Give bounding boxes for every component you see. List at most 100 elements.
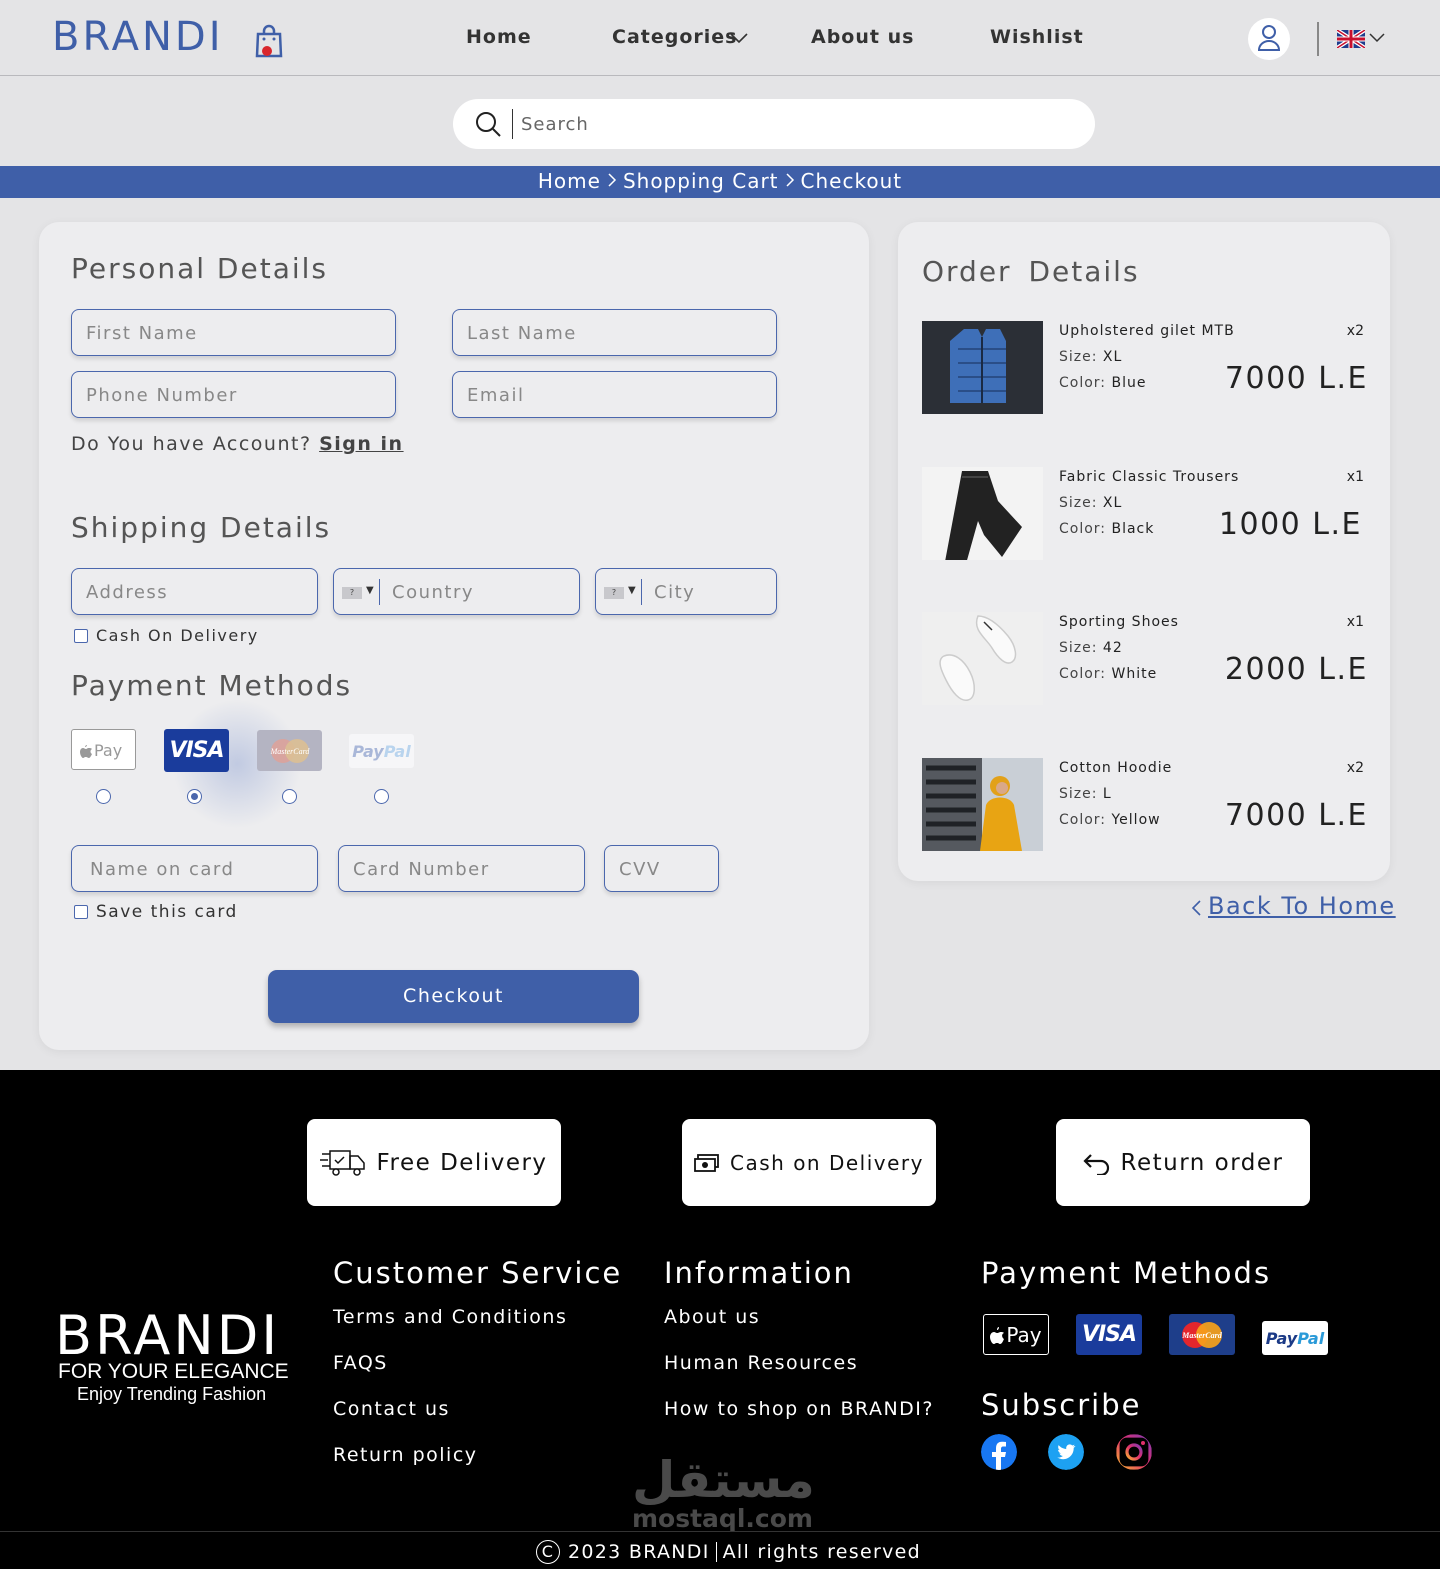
facebook-icon[interactable]: [981, 1434, 1017, 1470]
uk-flag-icon[interactable]: [1337, 30, 1365, 48]
email-input[interactable]: [467, 382, 762, 408]
name-on-card-field[interactable]: [71, 845, 318, 892]
radio-visa[interactable]: [187, 789, 202, 804]
first-name-input[interactable]: [86, 320, 381, 346]
radio-mastercard[interactable]: [282, 789, 297, 804]
cvv-input[interactable]: [619, 856, 704, 882]
site-footer: Free Delivery Cash on Delivery Return or…: [0, 1070, 1440, 1569]
apple-pay-logo[interactable]: Pay: [71, 729, 136, 770]
city-flag-select[interactable]: ? ▼: [602, 579, 642, 605]
nav-about[interactable]: About us: [811, 26, 914, 48]
instagram-icon[interactable]: [1116, 1434, 1152, 1470]
country-flag-select[interactable]: ? ▼: [340, 579, 380, 605]
name-on-card-input[interactable]: [90, 856, 307, 882]
save-card-checkbox[interactable]: Save this card: [74, 902, 238, 922]
size-value: XL: [1102, 349, 1123, 365]
delivery-truck-icon: [320, 1149, 366, 1176]
radio-apple-pay[interactable]: [96, 789, 111, 804]
order-details-title: Order Details: [922, 255, 1140, 288]
cvv-field[interactable]: [604, 845, 719, 892]
radio-paypal[interactable]: [374, 789, 389, 804]
cash-on-delivery-checkbox[interactable]: Cash On Delivery: [74, 626, 259, 645]
visa-logo[interactable]: VISA: [164, 729, 229, 772]
product-image-hoodie[interactable]: [922, 758, 1043, 851]
address-field[interactable]: [71, 568, 318, 615]
email-field[interactable]: [452, 371, 777, 418]
footer-link-return-policy[interactable]: Return policy: [333, 1444, 478, 1466]
card-number-input[interactable]: [353, 856, 570, 882]
user-account-button[interactable]: [1248, 18, 1290, 60]
item-price: 7000 L.E: [1224, 361, 1368, 396]
size-label: Size:: [1059, 640, 1098, 656]
product-image-shoes[interactable]: [922, 612, 1043, 705]
size-value: 42: [1102, 640, 1123, 656]
account-prompt: Do You have Account? Sign in: [71, 433, 404, 455]
address-input[interactable]: [86, 579, 303, 605]
item-color: Color: Blue: [1059, 375, 1146, 391]
twitter-icon[interactable]: [1048, 1434, 1084, 1470]
item-quantity: x2: [1346, 760, 1364, 776]
return-arrow-icon: [1082, 1153, 1109, 1175]
phone-field[interactable]: [71, 371, 396, 418]
footer-mastercard-logo: MasterCard: [1169, 1314, 1235, 1355]
header-divider: [1317, 22, 1319, 56]
footer-link-about[interactable]: About us: [664, 1306, 760, 1328]
back-to-home-link[interactable]: Back To Home: [1190, 892, 1396, 920]
nav-home[interactable]: Home: [466, 26, 532, 48]
nav-wishlist[interactable]: Wishlist: [990, 26, 1084, 48]
footer-link-contact[interactable]: Contact us: [333, 1398, 450, 1420]
brand-logo[interactable]: BRANDI: [52, 14, 224, 60]
footer-link-hr[interactable]: Human Resources: [664, 1352, 858, 1374]
sign-in-link[interactable]: Sign in: [319, 433, 403, 455]
visa-logo-text: VISA: [169, 738, 224, 763]
footer-link-faqs[interactable]: FAQS: [333, 1352, 388, 1374]
chevron-right-icon: [608, 173, 617, 187]
city-input[interactable]: [654, 579, 764, 605]
country-input[interactable]: [392, 579, 567, 605]
item-quantity: x1: [1346, 469, 1364, 485]
cash-icon: [694, 1153, 719, 1172]
payment-methods-title: Payment Methods: [71, 669, 353, 702]
mostaql-watermark: مستقل mostaql.com: [632, 1454, 815, 1533]
breadcrumb-home[interactable]: Home: [538, 169, 601, 193]
apple-icon: [990, 1326, 1005, 1344]
item-price: 2000 L.E: [1224, 652, 1368, 687]
last-name-field[interactable]: [452, 309, 777, 356]
item-name: Sporting Shoes: [1059, 614, 1179, 630]
order-item: Fabric Classic Trousers x1 Size: XL Colo…: [922, 467, 1372, 561]
search-input[interactable]: [521, 109, 1061, 139]
customer-service-heading: Customer Service: [333, 1256, 623, 1290]
footer-logo[interactable]: BRANDI: [55, 1304, 280, 1367]
copyright-icon: C: [536, 1540, 560, 1564]
dropdown-arrow-icon: ▼: [628, 585, 636, 596]
checkbox-box[interactable]: [74, 905, 88, 919]
paypal-logo[interactable]: PayPal: [349, 734, 414, 768]
last-name-input[interactable]: [467, 320, 762, 346]
breadcrumb-cart[interactable]: Shopping Cart: [623, 169, 779, 193]
shopping-bag-icon[interactable]: [254, 22, 284, 58]
mastercard-logo[interactable]: MasterCard: [257, 730, 322, 771]
checkbox-box[interactable]: [74, 628, 88, 643]
nav-categories[interactable]: Categories: [612, 26, 748, 48]
country-field[interactable]: ? ▼: [333, 568, 580, 615]
user-icon: [1257, 25, 1281, 51]
search-icon[interactable]: [474, 110, 502, 138]
phone-input[interactable]: [86, 382, 381, 408]
checkout-form-card: Personal Details Do You have Account? Si…: [39, 222, 869, 1050]
language-chevron-icon[interactable]: [1369, 32, 1385, 44]
footer-link-how-to-shop[interactable]: How to shop on BRANDI?: [664, 1398, 934, 1420]
checkout-button[interactable]: Checkout: [268, 970, 639, 1023]
size-value: L: [1102, 786, 1112, 802]
return-order-label: Return order: [1120, 1149, 1284, 1176]
dropdown-arrow-icon: ▼: [366, 585, 374, 596]
city-field[interactable]: ? ▼: [595, 568, 777, 615]
product-image-trousers[interactable]: [922, 467, 1043, 560]
free-delivery-badge: Free Delivery: [307, 1119, 561, 1206]
product-image-gilet[interactable]: [922, 321, 1043, 414]
svg-text:MasterCard: MasterCard: [269, 747, 310, 756]
return-order-badge: Return order: [1056, 1119, 1310, 1206]
card-number-field[interactable]: [338, 845, 585, 892]
item-size: Size: L: [1059, 786, 1112, 802]
footer-link-terms[interactable]: Terms and Conditions: [333, 1306, 567, 1328]
first-name-field[interactable]: [71, 309, 396, 356]
